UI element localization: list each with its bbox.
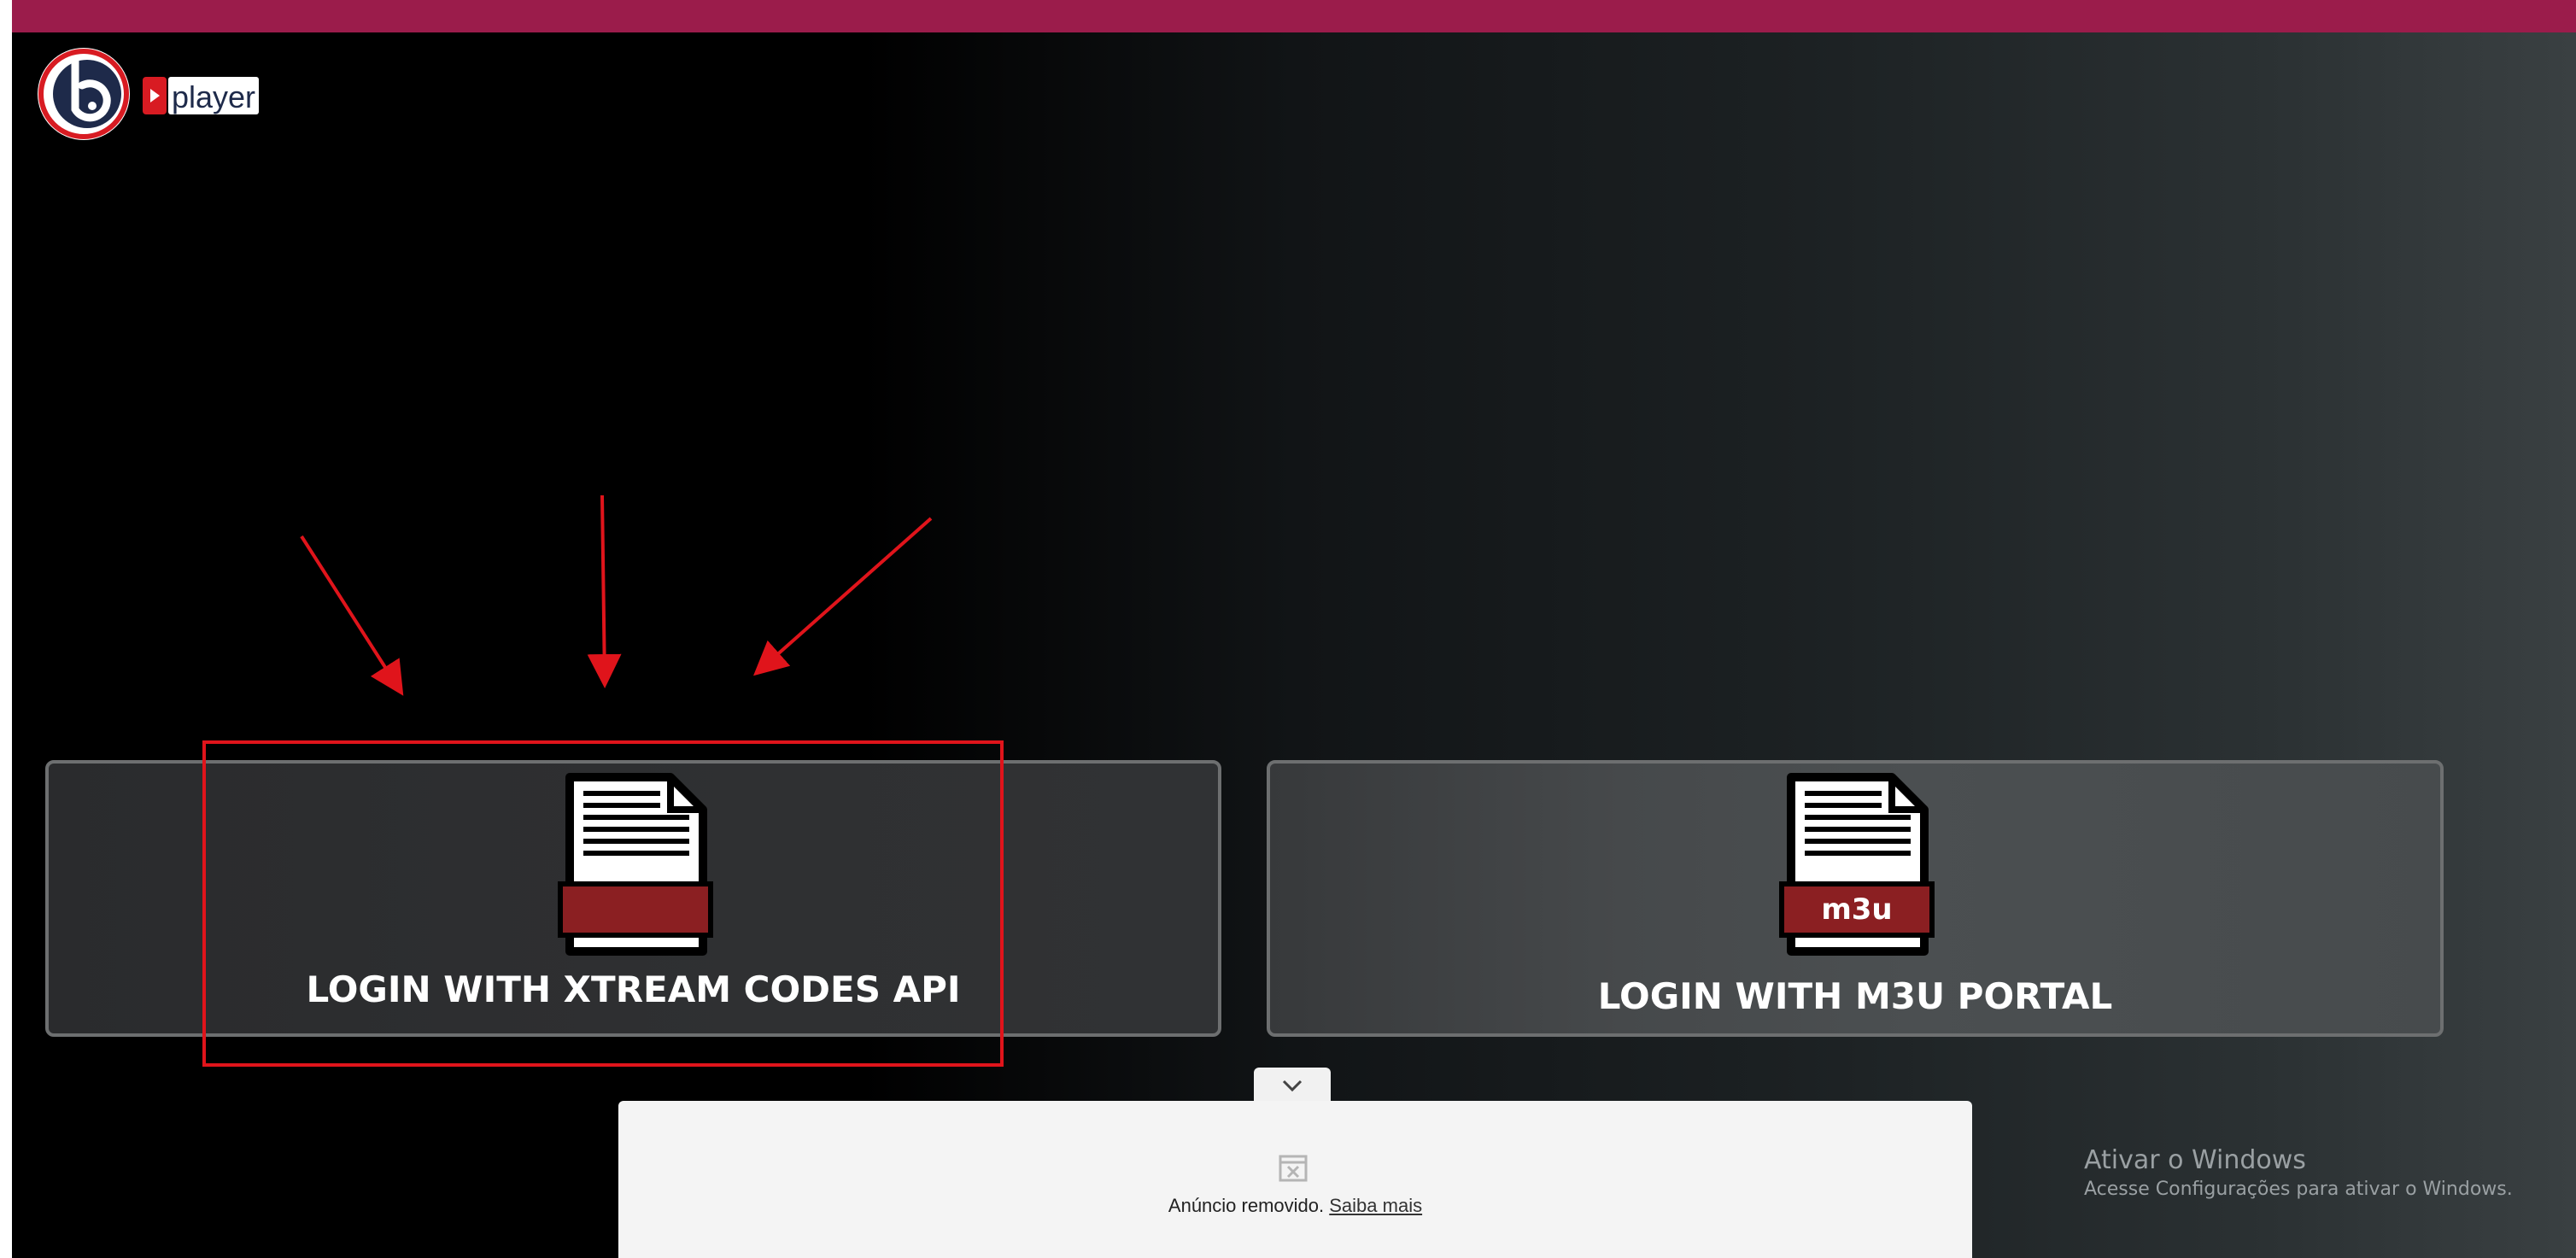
- bplayer-logo: player: [38, 48, 259, 140]
- m3u-icon-label: m3u: [1821, 892, 1892, 927]
- m3u-document-icon: m3u: [1779, 773, 1935, 956]
- screen: player LOGIN WITH XTREAM CODES API m3u L…: [0, 0, 2576, 1258]
- ad-removed-icon: [1279, 1155, 1308, 1182]
- document-icon: [557, 773, 713, 956]
- login-xtream-button[interactable]: LOGIN WITH XTREAM CODES API: [45, 760, 1221, 1037]
- ad-panel: Anúncio removido. Saiba mais: [618, 1101, 1972, 1258]
- ad-removed-text: Anúncio removido.: [1168, 1195, 1325, 1216]
- ad-removed-message: Anúncio removido. Saiba mais: [618, 1195, 1972, 1217]
- activation-subtitle: Acesse Configurações para ativar o Windo…: [2084, 1179, 2513, 1200]
- window-edge: [0, 0, 12, 1258]
- windows-activation-watermark: Ativar o Windows Acesse Configurações pa…: [2084, 1144, 2513, 1202]
- logo-text: player: [172, 79, 255, 114]
- chevron-down-icon: [1282, 1080, 1303, 1092]
- activation-title: Ativar o Windows: [2084, 1145, 2306, 1175]
- saiba-mais-link[interactable]: Saiba mais: [1329, 1195, 1422, 1216]
- login-m3u-label: LOGIN WITH M3U PORTAL: [1597, 975, 2113, 1017]
- ad-collapse-toggle[interactable]: [1254, 1068, 1331, 1103]
- browser-top-bar: [12, 0, 2576, 32]
- login-m3u-button[interactable]: m3u LOGIN WITH M3U PORTAL: [1267, 760, 2444, 1037]
- login-xtream-label: LOGIN WITH XTREAM CODES API: [306, 968, 961, 1010]
